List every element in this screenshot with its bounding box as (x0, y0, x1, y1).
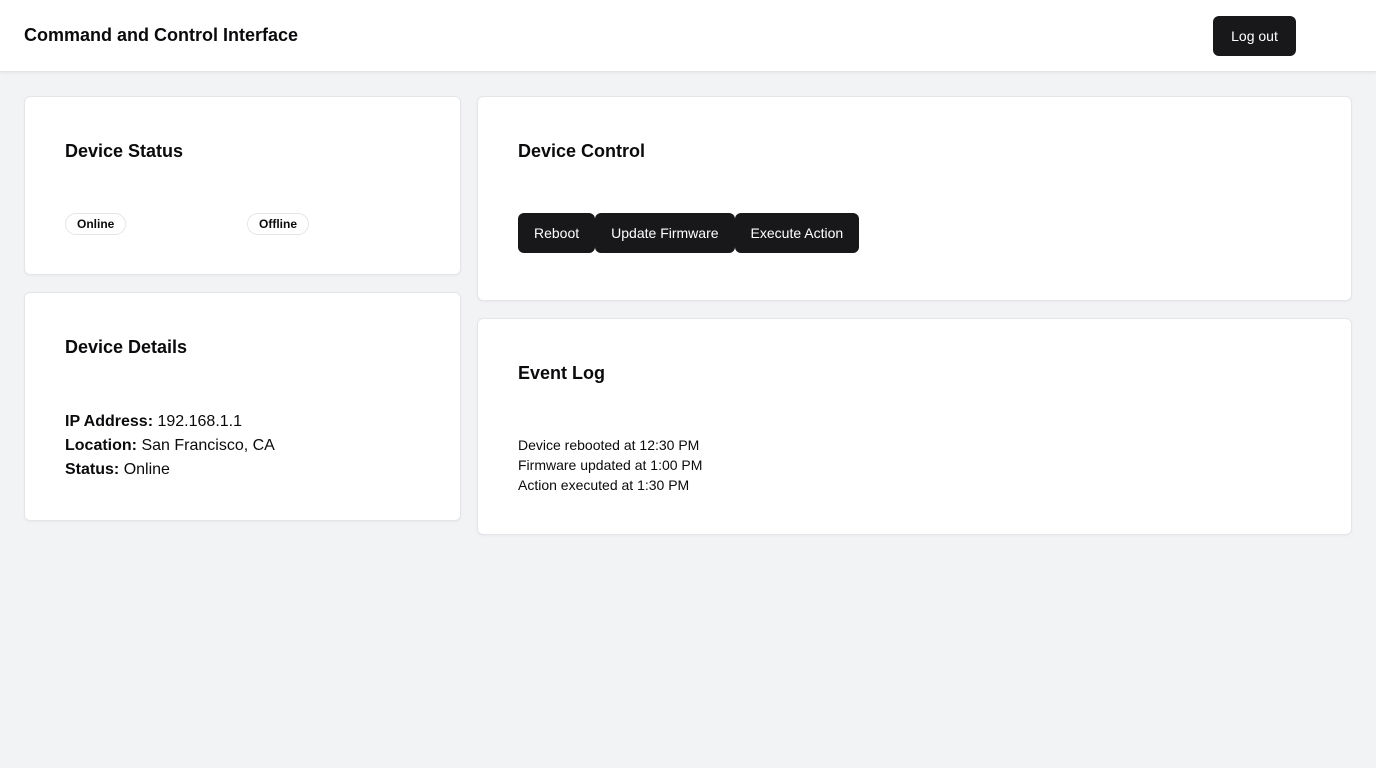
logout-button[interactable]: Log out (1213, 16, 1296, 56)
device-details-list: IP Address: 192.168.1.1 Location: San Fr… (65, 410, 275, 482)
event-log-list: Device rebooted at 12:30 PM Firmware upd… (518, 435, 702, 495)
reboot-button[interactable]: Reboot (518, 213, 596, 253)
detail-label: Location: (65, 437, 137, 454)
event-log-card: Event Log Device rebooted at 12:30 PM Fi… (477, 318, 1352, 535)
detail-value: Online (123, 461, 170, 478)
detail-row-location: Location: San Francisco, CA (65, 434, 275, 458)
device-control-card: Device Control Reboot Update Firmware Ex… (477, 96, 1352, 301)
detail-value: 192.168.1.1 (157, 413, 243, 430)
device-details-card: Device Details IP Address: 192.168.1.1 L… (24, 292, 461, 521)
detail-value: San Francisco, CA (141, 437, 275, 454)
device-status-card: Device Status Online Offline (24, 96, 461, 275)
update-firmware-button[interactable]: Update Firmware (595, 213, 735, 253)
execute-action-button[interactable]: Execute Action (734, 213, 860, 253)
log-entry: Device rebooted at 12:30 PM (518, 437, 700, 453)
event-log-title: Event Log (518, 363, 606, 383)
detail-label: Status: (65, 461, 120, 478)
status-badge-online: Online (65, 213, 127, 235)
device-status-title: Device Status (65, 141, 184, 161)
device-control-title: Device Control (518, 141, 646, 161)
control-button-group: Reboot Update Firmware Execute Action (518, 213, 860, 253)
detail-label: IP Address: (65, 413, 154, 430)
detail-row-ip: IP Address: 192.168.1.1 (65, 410, 275, 434)
top-bar: Command and Control Interface Log out (0, 0, 1376, 72)
log-entry: Action executed at 1:30 PM (518, 477, 690, 493)
app-title: Command and Control Interface (24, 25, 299, 45)
log-entry: Firmware updated at 1:00 PM (518, 457, 703, 473)
detail-row-status: Status: Online (65, 458, 275, 482)
device-details-title: Device Details (65, 337, 188, 357)
status-badge-offline: Offline (247, 213, 309, 235)
